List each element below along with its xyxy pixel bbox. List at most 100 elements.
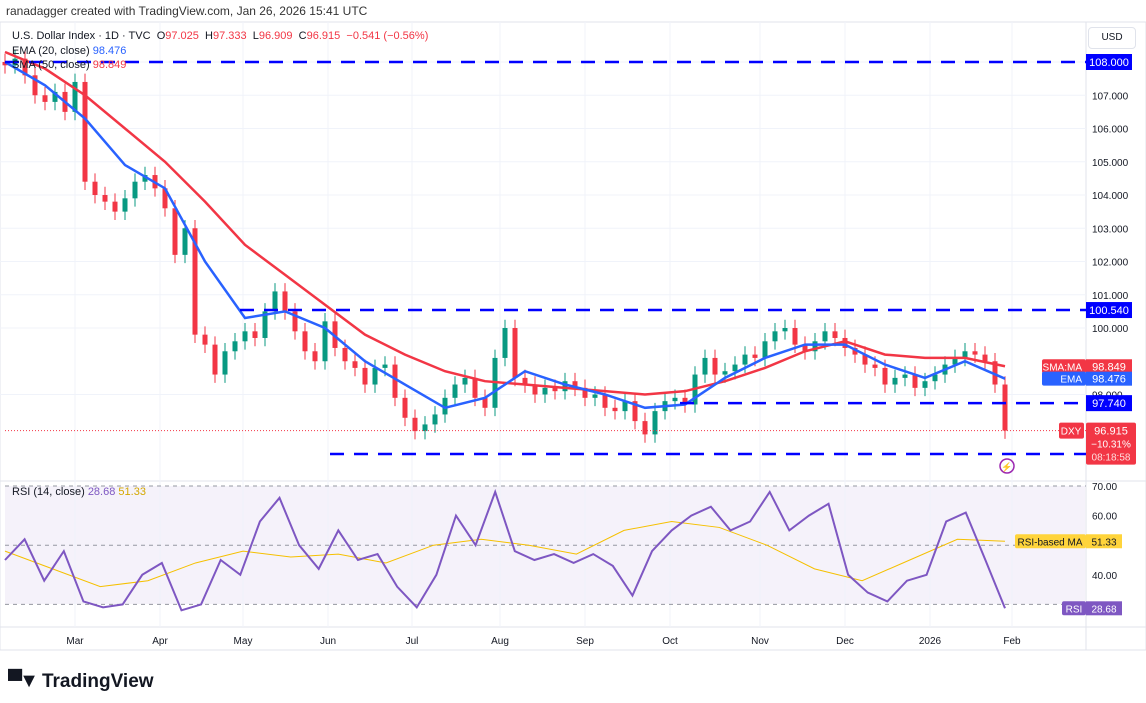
y-tick-label: 106.000	[1092, 125, 1129, 136]
close-value: 96.915	[306, 30, 341, 42]
candle	[392, 364, 398, 398]
candle	[892, 377, 898, 385]
candle	[972, 351, 978, 355]
candle	[642, 421, 648, 435]
ma-tag-label: EMA	[1060, 375, 1082, 386]
price-chart[interactable]: 108.000 107.000 106.000 105.000 104.000 103.0…	[0, 0, 1146, 703]
candle	[412, 417, 418, 432]
change-value: −0.541 (−0.56%)	[346, 30, 429, 42]
candle	[732, 364, 738, 372]
x-tick-label: Oct	[662, 636, 678, 647]
candle	[432, 414, 438, 425]
candle	[612, 407, 618, 412]
candle	[772, 331, 778, 342]
candle	[472, 377, 478, 398]
candle	[382, 364, 388, 368]
candle	[672, 397, 678, 402]
candle	[882, 367, 888, 385]
low-value: 96.909	[258, 30, 293, 42]
open-value: 97.025	[165, 30, 199, 42]
rsi-tag-label: RSI	[1066, 604, 1083, 615]
candle	[202, 334, 208, 345]
candle	[832, 331, 838, 338]
candle	[282, 291, 288, 312]
candle	[372, 367, 378, 385]
candle	[242, 331, 248, 342]
ma-value-label: 98.476	[1092, 374, 1126, 386]
candle	[302, 331, 308, 352]
candle	[272, 291, 278, 312]
y-tick-label: 102.000	[1092, 258, 1129, 269]
candle	[42, 95, 48, 102]
candle	[132, 181, 138, 199]
x-tick-label: Sep	[576, 636, 594, 647]
candle	[922, 381, 928, 388]
tradingview-logo[interactable]: ▀▼ TradingView	[8, 670, 154, 693]
candle	[452, 384, 458, 398]
symbol-name[interactable]: U.S. Dollar Index · 1D · TVC	[12, 30, 151, 42]
symbol-tag-label: DXY	[1061, 427, 1082, 438]
x-tick-label: May	[234, 636, 253, 647]
y-tick-label: 104.000	[1092, 191, 1129, 202]
candle	[122, 198, 128, 212]
candle	[342, 347, 348, 362]
candle	[872, 364, 878, 368]
candle	[902, 374, 908, 378]
candle	[172, 208, 178, 255]
currency-button[interactable]: USD	[1088, 27, 1136, 49]
rsi-tick-label: 60.00	[1092, 512, 1117, 523]
lightning-icon: ⚡	[1001, 461, 1012, 473]
candle	[912, 374, 918, 388]
candle	[112, 201, 118, 212]
x-tick-label: Feb	[1003, 636, 1021, 647]
candle	[312, 351, 318, 362]
x-tick-label: Jun	[320, 636, 336, 647]
candle	[102, 195, 108, 202]
candle	[512, 328, 518, 378]
countdown-label: 08:18:58	[1092, 453, 1131, 464]
candle	[782, 328, 788, 332]
candle	[712, 357, 718, 375]
sma-legend[interactable]: SMA (50, close) 98.849	[12, 59, 126, 71]
candle	[602, 394, 608, 408]
candle	[822, 331, 828, 342]
candle	[982, 354, 988, 362]
level-label: 108.000	[1089, 57, 1129, 69]
rsi-legend[interactable]: RSI (14, close) 28.68 51.33	[12, 486, 146, 498]
candle	[212, 344, 218, 375]
candle	[462, 377, 468, 385]
candle	[762, 341, 768, 358]
candle	[92, 181, 98, 195]
ema-legend[interactable]: EMA (20, close) 98.476	[12, 45, 126, 57]
rsi-ma-value-label: 51.33	[1091, 537, 1116, 548]
candle	[352, 361, 358, 368]
y-tick-label: 100.000	[1092, 324, 1129, 335]
y-tick-label: 101.000	[1092, 291, 1129, 302]
x-tick-label: Mar	[66, 636, 84, 647]
candle	[232, 341, 238, 352]
candle	[702, 357, 708, 375]
tv-logo-icon: ▀▼	[8, 670, 39, 692]
candle	[542, 387, 548, 395]
candle	[752, 354, 758, 358]
candle	[722, 371, 728, 375]
x-tick-label: Jul	[406, 636, 419, 647]
candle	[502, 328, 508, 358]
candle	[362, 367, 368, 385]
x-tick-label: Nov	[751, 636, 769, 647]
ma-value-label: 98.849	[1092, 361, 1126, 373]
candle	[742, 354, 748, 365]
ma-tag-label: SMA:MA	[1043, 362, 1083, 373]
candle	[792, 328, 798, 345]
candle	[592, 394, 598, 398]
high-value: 97.333	[212, 30, 247, 42]
rsi-tick-label: 70.00	[1092, 482, 1117, 493]
candle	[222, 351, 228, 375]
change-pct-label: −10.31%	[1091, 440, 1131, 451]
rsi-value-label: 28.68	[1091, 604, 1116, 615]
last-price-label: 96.915	[1094, 426, 1128, 438]
candle	[182, 228, 188, 255]
rsi-ma-tag-label: RSI-based MA	[1017, 537, 1082, 548]
y-tick-label: 107.000	[1092, 91, 1129, 102]
x-tick-label: 2026	[919, 636, 942, 647]
